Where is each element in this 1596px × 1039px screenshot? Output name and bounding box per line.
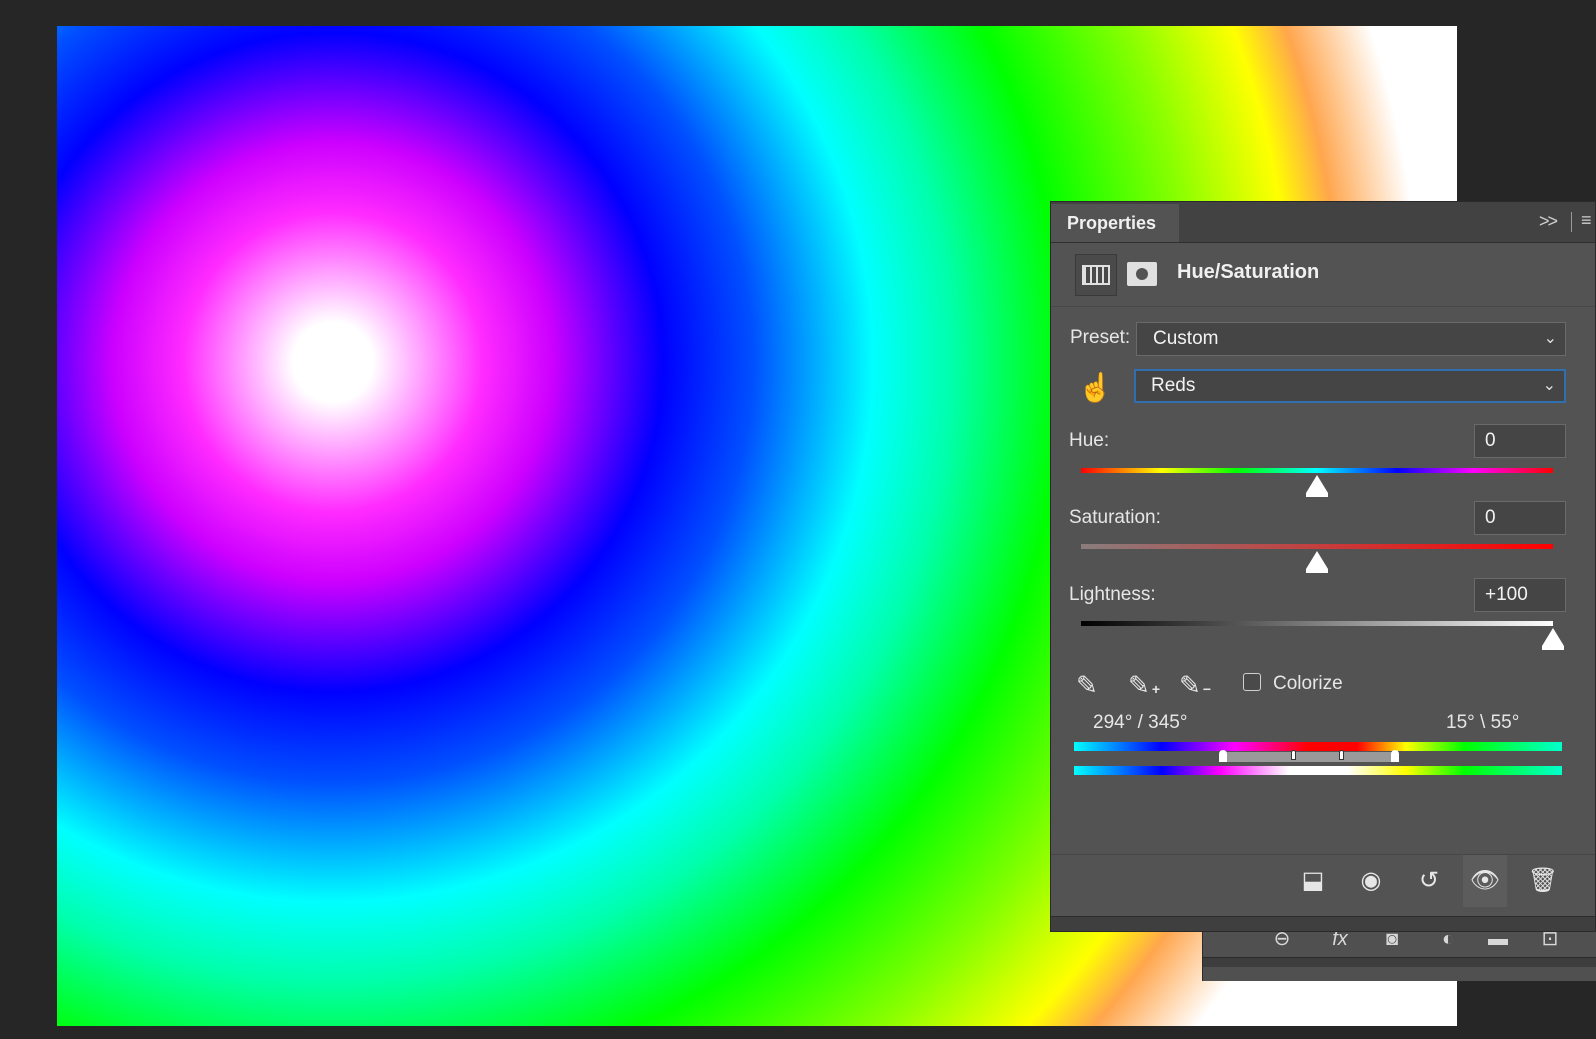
- panel-header: Properties >> ≡: [1051, 202, 1595, 243]
- range-falloff-left-handle[interactable]: [1219, 750, 1227, 762]
- lightness-value-field[interactable]: +100: [1474, 578, 1566, 612]
- hue-value-field[interactable]: 0: [1474, 424, 1566, 458]
- eyedropper-icon[interactable]: ✎: [1076, 670, 1106, 700]
- colorize-checkbox[interactable]: [1243, 673, 1261, 691]
- layer-mask-icon[interactable]: [1127, 262, 1157, 286]
- hue-saturation-layer-icon[interactable]: [1075, 254, 1117, 296]
- adjustment-title: Hue/Saturation: [1177, 261, 1320, 283]
- adjustment-header: Hue/Saturation: [1051, 246, 1595, 307]
- saturation-slider-track[interactable]: [1081, 544, 1553, 549]
- color-range-band[interactable]: [1223, 752, 1397, 762]
- preset-label: Preset:: [1070, 327, 1131, 348]
- range-falloff-right-handle[interactable]: [1391, 750, 1399, 762]
- saturation-slider-thumb[interactable]: [1306, 551, 1328, 573]
- input-color-bar: [1074, 742, 1562, 751]
- hue-slider-track[interactable]: [1081, 468, 1553, 473]
- view-previous-state-icon[interactable]: ◉: [1349, 855, 1393, 907]
- colorize-label[interactable]: Colorize: [1273, 673, 1343, 695]
- hand-scrubby-icon[interactable]: ☝: [1078, 371, 1113, 404]
- output-color-bar: [1074, 766, 1562, 775]
- properties-footer: ⬓ ◉ ↺ 👁 🗑: [1051, 854, 1595, 907]
- properties-panel: Properties >> ≡ Hue/Saturation Preset: C…: [1050, 201, 1596, 932]
- preset-value: Custom: [1153, 328, 1219, 349]
- clip-to-layer-icon[interactable]: ⬓: [1291, 855, 1335, 907]
- chevron-down-icon: ⌄: [1542, 377, 1556, 394]
- panel-menu-icon[interactable]: ≡: [1581, 210, 1592, 231]
- range-right-degrees: 15° \ 55°: [1446, 712, 1520, 733]
- eyedropper-minus-icon[interactable]: ✎ −: [1179, 670, 1211, 700]
- header-divider: [1571, 212, 1572, 232]
- lightness-label: Lightness:: [1069, 584, 1156, 605]
- reset-icon[interactable]: ↺: [1407, 855, 1451, 907]
- eyedropper-plus-icon[interactable]: ✎ +: [1128, 670, 1160, 700]
- range-left-handle[interactable]: [1291, 750, 1296, 760]
- eye-icon[interactable]: 👁: [1463, 855, 1507, 907]
- lightness-slider-track[interactable]: [1081, 621, 1553, 626]
- channel-value: Reds: [1151, 375, 1196, 396]
- tab-properties[interactable]: Properties: [1051, 204, 1179, 242]
- saturation-value-field[interactable]: 0: [1474, 501, 1566, 535]
- layers-panel-resize-bar[interactable]: [1203, 957, 1596, 967]
- saturation-label: Saturation:: [1069, 507, 1161, 528]
- properties-resize-bar[interactable]: [1051, 916, 1595, 931]
- range-right-handle[interactable]: [1339, 750, 1344, 760]
- range-left-degrees: 294° / 345°: [1093, 712, 1188, 733]
- chevron-down-icon: ⌄: [1543, 330, 1557, 347]
- hue-label: Hue:: [1069, 430, 1110, 451]
- trash-icon[interactable]: 🗑: [1521, 855, 1565, 907]
- hue-slider-thumb[interactable]: [1306, 475, 1328, 497]
- channel-dropdown[interactable]: Reds ⌄: [1134, 369, 1566, 403]
- preset-dropdown[interactable]: Custom ⌄: [1136, 322, 1566, 356]
- collapse-panel-button[interactable]: >>: [1539, 211, 1558, 232]
- lightness-slider-thumb[interactable]: [1542, 628, 1564, 650]
